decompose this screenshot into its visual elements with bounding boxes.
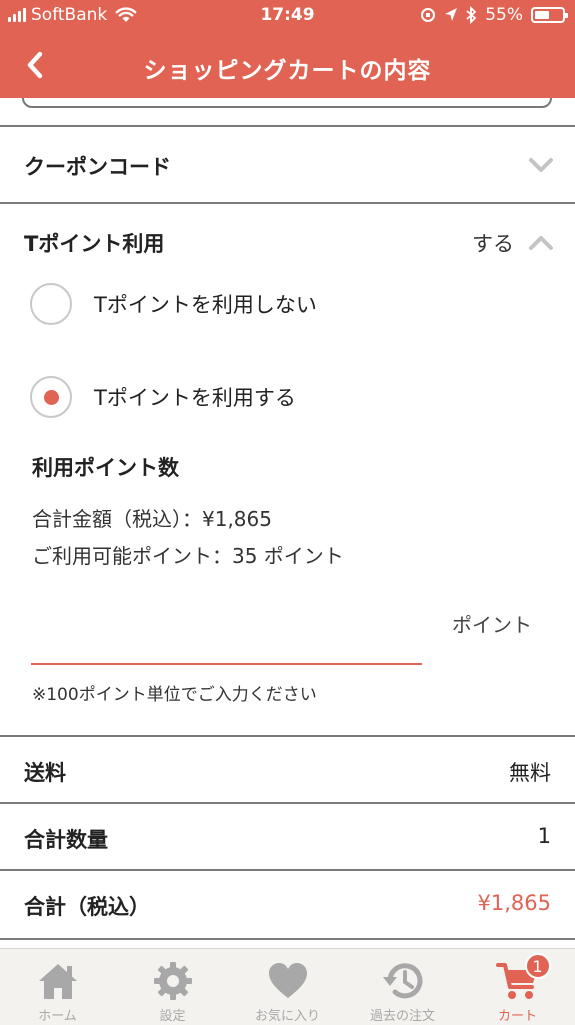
battery-icon bbox=[531, 7, 568, 23]
app-header: SoftBank 17:49 55% ショッピングカートの内容 bbox=[0, 0, 575, 98]
radio-label: Tポイントを利用しない bbox=[94, 293, 317, 317]
radio-button-selected[interactable] bbox=[30, 376, 72, 418]
coupon-row[interactable]: クーポンコード bbox=[0, 127, 575, 203]
signal-icon bbox=[8, 8, 26, 22]
shipping-row: 送料 無料 bbox=[0, 737, 575, 803]
chevron-up-icon bbox=[529, 236, 553, 250]
divider bbox=[0, 938, 575, 940]
tab-label: カート bbox=[497, 1009, 537, 1024]
total-label: 合計（税込） bbox=[24, 895, 150, 919]
navigation-bar: ショッピングカートの内容 bbox=[0, 34, 575, 98]
home-icon bbox=[38, 964, 77, 999]
battery-percent: 55% bbox=[485, 5, 523, 25]
tab-settings[interactable]: 設定 bbox=[115, 949, 230, 1025]
tab-bar: ホーム 設定 お気に入り 過去の注文 1 カート bbox=[0, 948, 575, 1025]
tpoint-row[interactable]: Tポイント利用 する bbox=[0, 204, 575, 274]
usage-points-heading: 利用ポイント数 bbox=[32, 456, 179, 480]
quantity-label: 合計数量 bbox=[24, 828, 108, 852]
status-bar: SoftBank 17:49 55% bbox=[0, 0, 575, 34]
radio-button[interactable] bbox=[30, 283, 72, 325]
coupon-label: クーポンコード bbox=[24, 155, 171, 179]
points-note: ※100ポイント単位でご入力ください bbox=[32, 685, 317, 705]
tab-cart[interactable]: 1 カート bbox=[460, 949, 575, 1025]
bluetooth-icon bbox=[466, 6, 477, 24]
tab-favorites[interactable]: お気に入り bbox=[230, 949, 345, 1025]
tpoint-value: する bbox=[472, 232, 514, 256]
radio-label: Tポイントを利用する bbox=[94, 386, 296, 410]
chevron-down-icon bbox=[529, 158, 553, 172]
tpoint-label: Tポイント利用 bbox=[24, 232, 165, 256]
tab-label: お気に入り bbox=[254, 1009, 320, 1024]
heart-icon bbox=[268, 963, 307, 998]
total-amount-line: 合計金額（税込）：¥1,865 bbox=[32, 507, 272, 531]
tab-label: 過去の注文 bbox=[369, 1009, 435, 1024]
tab-home[interactable]: ホーム bbox=[0, 949, 115, 1025]
status-right: 55% bbox=[420, 5, 568, 25]
cart-count-badge: 1 bbox=[524, 953, 551, 979]
total-row: 合計（税込） ¥1,865 bbox=[0, 871, 575, 937]
gear-icon bbox=[153, 962, 192, 1000]
chevron-left-icon bbox=[27, 51, 43, 79]
points-unit: ポイント bbox=[452, 613, 532, 637]
total-value: ¥1,865 bbox=[477, 891, 551, 915]
available-points-line: ご利用可能ポイント：35 ポイント bbox=[32, 544, 344, 568]
carrier-name: SoftBank bbox=[31, 5, 108, 25]
page-title: ショッピングカートの内容 bbox=[143, 58, 432, 84]
history-icon bbox=[382, 963, 422, 999]
tab-order-history[interactable]: 過去の注文 bbox=[345, 949, 460, 1025]
cart-content: クーポンコード Tポイント利用 する Tポイントを利用しない Tポイントを利用す… bbox=[0, 98, 575, 948]
quantity-row: 合計数量 1 bbox=[0, 804, 575, 870]
shipping-value: 無料 bbox=[509, 761, 551, 785]
radio-option-not-use[interactable]: Tポイントを利用しない bbox=[30, 283, 317, 325]
shipping-label: 送料 bbox=[24, 761, 66, 785]
radio-option-use[interactable]: Tポイントを利用する bbox=[30, 376, 296, 418]
tab-label: 設定 bbox=[159, 1009, 186, 1024]
quantity-value: 1 bbox=[537, 824, 551, 848]
previous-section-box bbox=[22, 98, 552, 108]
back-button[interactable] bbox=[18, 48, 52, 82]
location-icon bbox=[445, 8, 458, 21]
tab-label: ホーム bbox=[38, 1009, 77, 1024]
points-input[interactable] bbox=[31, 613, 422, 665]
carrier-info: SoftBank bbox=[8, 5, 137, 25]
rotation-lock-icon bbox=[421, 8, 436, 22]
wifi-icon bbox=[115, 7, 137, 22]
